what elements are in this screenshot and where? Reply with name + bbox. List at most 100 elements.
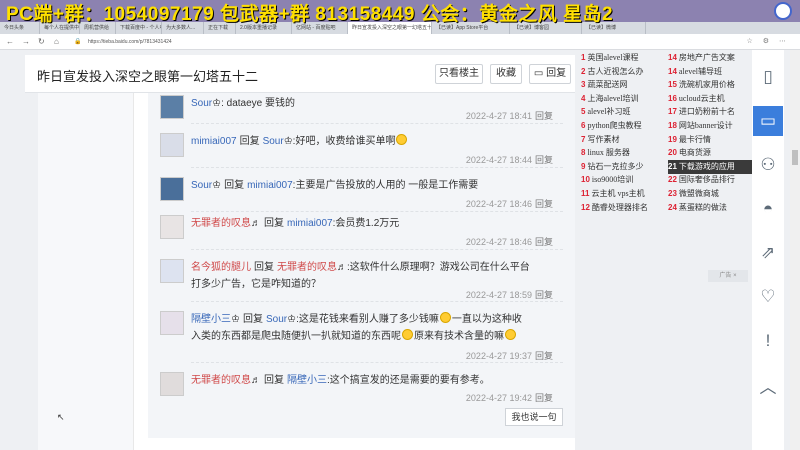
username-link[interactable]: 名今狐的腿儿 <box>191 262 251 273</box>
reply-link[interactable]: 回复 <box>535 199 553 209</box>
reload-icon[interactable]: ↻ <box>38 37 45 47</box>
hot-list-item[interactable]: 22 国际奢侈品排行 <box>668 173 753 187</box>
hot-list-item[interactable]: 10 iso9000培训 <box>581 173 666 187</box>
reply-link[interactable]: 回复 <box>535 351 553 361</box>
hot-list-item[interactable]: 19 最卡行情 <box>668 133 753 147</box>
reply-text: :会员费1.2万元 <box>332 218 400 229</box>
user-badge-icon: ♬ <box>251 375 261 386</box>
hot-list-item[interactable]: 23 微盟微商城 <box>668 187 753 201</box>
share-icon[interactable]: ⇗ <box>753 238 783 268</box>
hot-rank: 19 <box>668 134 677 144</box>
hot-list-item[interactable]: 15 洗碗机家用价格 <box>668 78 753 92</box>
hot-rank: 6 <box>581 121 586 130</box>
ad-close-chip[interactable]: 广告 × <box>708 270 748 282</box>
report-icon[interactable]: ! <box>753 326 783 356</box>
robot-icon[interactable]: ⚇ <box>753 150 783 180</box>
username-link[interactable]: 隔壁小三 <box>191 314 231 325</box>
hot-item-label: 英国alevel课程 <box>587 53 639 62</box>
hot-list-item[interactable]: 8 linux 服务器 <box>581 146 666 160</box>
hot-list-item[interactable]: 20 电商货源 <box>668 146 753 160</box>
scrollbar[interactable] <box>790 50 800 450</box>
reply-meta: 2022-4-27 18:41 回复 <box>466 109 553 122</box>
reply-divider <box>191 301 563 302</box>
heart-icon[interactable]: ♡ <box>753 282 783 312</box>
hot-list-item[interactable]: 4 上海alevel培训 <box>581 92 666 106</box>
hot-list-item[interactable]: 1 英国alevel课程 <box>581 51 666 65</box>
hot-rank: 11 <box>581 189 590 198</box>
reply-divider <box>191 123 563 124</box>
reply-link[interactable]: 回复 <box>535 111 553 121</box>
username-link[interactable]: mimiai007 <box>191 136 237 147</box>
hot-list-item[interactable]: 14 房地产广告文案 <box>668 51 753 65</box>
hot-list-item[interactable]: 3 蔬菜配送网 <box>581 78 666 92</box>
avatar[interactable] <box>160 177 184 201</box>
up-arrow-icon[interactable]: ︿ <box>753 370 783 400</box>
avatar[interactable] <box>160 372 184 396</box>
username-link[interactable]: Sour <box>191 180 212 191</box>
reply-link[interactable]: 回复 <box>535 237 553 247</box>
hot-item-label: 酷睿处理器排名 <box>591 202 648 212</box>
user-badge-icon: ♬ <box>337 262 347 273</box>
hot-list-item[interactable]: 12 酷睿处理器排名 <box>581 201 666 215</box>
phone-icon[interactable]: ▯ <box>753 62 783 92</box>
hot-list-item[interactable]: 2 古人近视怎么办 <box>581 65 666 79</box>
hot-list-item[interactable]: 5 alevel补习班 <box>581 105 666 119</box>
avatar[interactable] <box>160 259 184 283</box>
hot-list-item[interactable]: 6 python爬虫教程 <box>581 119 666 133</box>
hot-rank: 12 <box>581 202 590 212</box>
reply-to-link[interactable]: mimiai007 <box>287 218 333 229</box>
hot-rank: 24 <box>668 202 677 212</box>
avatar[interactable] <box>160 311 184 335</box>
reply-text: :好吧，收费给谁买单啊 <box>292 136 396 147</box>
reply-to-link[interactable]: 无罪者的叹息 <box>277 262 337 273</box>
user-badge-icon: ♔ <box>287 314 297 325</box>
hot-list-item[interactable]: 7 写作素材 <box>581 133 666 147</box>
forward-icon[interactable]: → <box>22 37 30 47</box>
username-link[interactable]: 无罪者的叹息 <box>191 375 251 386</box>
say-something-button[interactable]: 我也说一句 <box>505 408 563 426</box>
reply-divider <box>191 249 563 250</box>
side-toolbar: ▯ ▭ ⚇ ◓ ⇗ ♡! ︿ <box>752 50 784 450</box>
back-icon[interactable]: ← <box>6 37 14 47</box>
reply-link[interactable]: 回复 <box>535 155 553 165</box>
avatar[interactable] <box>160 95 184 119</box>
hot-list-item[interactable]: 14 alevel辅导班 <box>668 65 753 79</box>
hot-list-item[interactable]: 16 ucloud云主机 <box>668 92 753 106</box>
browser-actions[interactable]: ☆ ⚙ ⋯ <box>747 37 790 45</box>
home-icon[interactable]: ⌂ <box>54 37 59 47</box>
hot-rank: 22 <box>668 175 677 185</box>
user-badge-icon: ♔ <box>231 314 240 325</box>
reply-button[interactable]: ▭ 回复 <box>529 64 571 84</box>
user-badge-icon: ♬ <box>251 218 261 229</box>
reply-label: 回复 <box>239 136 260 147</box>
tieba-icon[interactable]: ◓ <box>753 194 783 224</box>
reply-to-link[interactable]: Sour <box>263 136 284 147</box>
reply-link[interactable]: 回复 <box>535 393 553 403</box>
reply-meta: 2022-4-27 18:46 回复 <box>466 197 553 210</box>
hot-item-label: 国际奢侈品排行 <box>678 175 735 185</box>
username-link[interactable]: Sour <box>191 98 212 109</box>
reply-to-link[interactable]: mimiai007 <box>247 180 293 191</box>
user-badge-icon: ♔ <box>283 136 293 147</box>
hot-list-item[interactable]: 9 钻石一克拉多少 <box>581 160 666 174</box>
collect-button[interactable]: 收藏 <box>490 64 522 84</box>
hot-list-item[interactable]: 24 蒸蛋糕的做法 <box>668 201 753 215</box>
scrollbar-thumb[interactable] <box>792 150 798 165</box>
hot-list-item[interactable]: 18 网站banner设计 <box>668 119 753 133</box>
hot-list-item[interactable]: 21 下载游戏的应用 <box>668 159 753 174</box>
hot-item-label: python爬虫教程 <box>587 121 642 130</box>
url-field[interactable]: https://tieba.baidu.com/p/7813431424 <box>88 37 172 47</box>
avatar[interactable] <box>160 215 184 239</box>
hot-list-item[interactable]: 11 云主机 vps主机 <box>581 187 666 201</box>
hot-list-item[interactable]: 17 进口奶粉前十名 <box>668 105 753 119</box>
avatar[interactable] <box>160 133 184 157</box>
only-owner-button[interactable]: 只看楼主 <box>435 64 483 84</box>
hot-item-label: 进口奶粉前十名 <box>678 107 735 117</box>
reply-to-link[interactable]: Sour <box>266 314 287 325</box>
message-icon[interactable]: ▭ <box>753 106 783 136</box>
username-link[interactable]: 无罪者的叹息 <box>191 218 251 229</box>
post-content: 我也说一句 Sour♔: dataeye 要钱的 2022-4-27 18:41 回… <box>38 93 575 450</box>
reply-to-link[interactable]: 隔壁小三 <box>287 375 327 386</box>
reply-label: 回复 <box>264 218 284 229</box>
reply-link[interactable]: 回复 <box>535 290 553 300</box>
